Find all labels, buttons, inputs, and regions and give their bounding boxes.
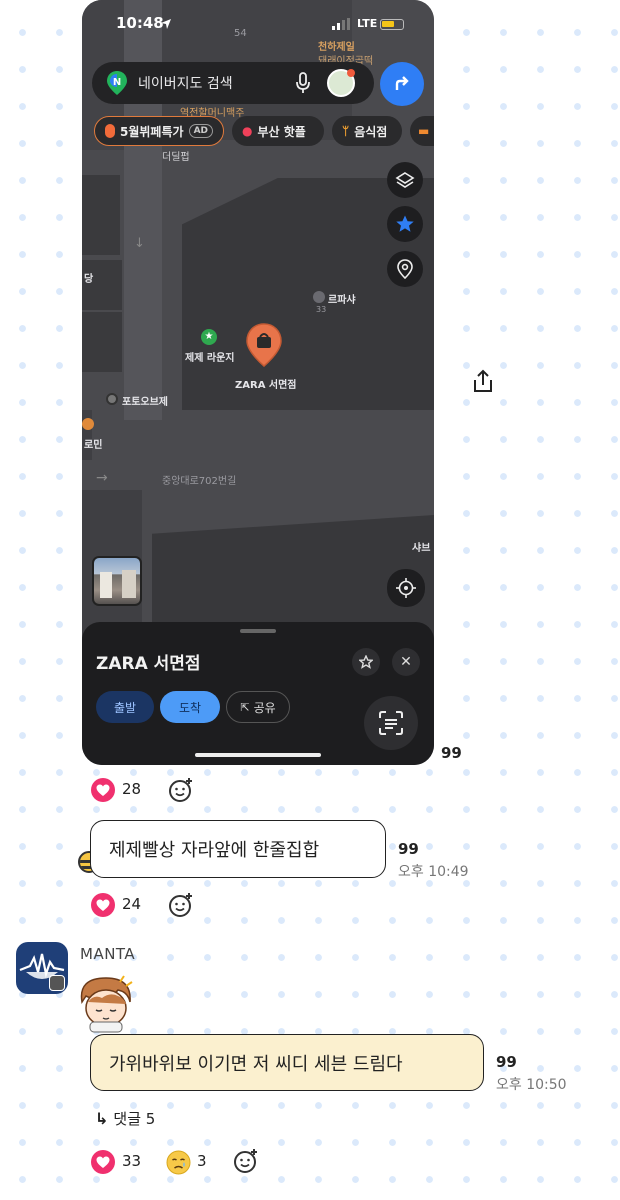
message-1-heart-icon[interactable]: [91, 778, 115, 802]
place-name: ZARA 서면점: [96, 654, 201, 674]
message-3-heart-icon[interactable]: [91, 1150, 115, 1174]
battery-icon: [380, 19, 404, 30]
current-location-button[interactable]: [387, 569, 425, 607]
message-3-text: 가위바위보 이기면 저 씨디 세븐 드림다: [109, 1053, 403, 1075]
location-arrow-icon: [161, 19, 171, 29]
arrive-button[interactable]: 도착: [160, 691, 220, 723]
svg-text:N: N: [113, 77, 121, 88]
message-2-heart-icon[interactable]: [91, 893, 115, 917]
chip-ad-buffet[interactable]: 5월뷔페특가 AD: [94, 116, 224, 146]
ad-badge: AD: [188, 124, 213, 138]
message-3-add-reaction-icon[interactable]: [233, 1148, 259, 1174]
reply-thread-link[interactable]: ↳ 댓글 5: [95, 1108, 155, 1129]
map-label-dilpub: 더딜펍: [162, 152, 190, 163]
location-pin-button[interactable]: [387, 251, 423, 287]
signal-icon: [332, 18, 350, 30]
close-icon: ✕: [400, 654, 412, 670]
scan-text-icon: [379, 711, 403, 735]
direction-arrow-down-icon: ↓: [134, 236, 145, 251]
layers-icon: [395, 172, 415, 188]
message-1-heart-count: 28: [122, 780, 142, 798]
reply-arrow-icon: ↳: [95, 1109, 109, 1128]
favorites-button[interactable]: [387, 206, 423, 242]
message-1-read-count: 99: [441, 744, 462, 762]
search-placeholder[interactable]: 네이버지도 검색: [138, 73, 233, 93]
map-label-romin: 로민: [84, 440, 103, 451]
star-icon: [396, 215, 414, 232]
share-icon[interactable]: [472, 368, 494, 394]
map-screenshot[interactable]: 천하제일 돼래이정곱떡 54 역전할머니맥주 더딜펍 당 르파샤 33 제제 라…: [82, 0, 434, 765]
map-search-bar[interactable]: N 네이버지도 검색: [92, 62, 374, 104]
microphone-icon[interactable]: [295, 72, 311, 94]
message-2-read-count: 99: [398, 840, 419, 858]
direction-arrow-icon: →: [96, 470, 108, 486]
network-type: LTE: [357, 17, 378, 30]
map-label-top-poi: 천하제일: [318, 42, 355, 53]
message-2-heart-count: 24: [122, 895, 142, 913]
buffet-icon: [105, 124, 115, 138]
naver-map-logo-icon: N: [107, 71, 127, 95]
share-label: 공유: [253, 700, 276, 715]
arrive-label: 도착: [178, 700, 202, 715]
hotplace-pin-icon: ●: [242, 124, 253, 138]
chip-busan-hotplace[interactable]: ● 부산 핫플: [232, 116, 324, 146]
message-3-sad-face-icon[interactable]: [166, 1150, 191, 1175]
star-outline-icon: [359, 655, 373, 669]
map-pin-icon: [397, 259, 413, 279]
cafe-icon: ▬: [418, 124, 430, 138]
manta-avatar[interactable]: [16, 942, 68, 994]
message-2-text: 제제빨상 자라앞에 한줄집합: [109, 840, 320, 861]
jeje-lounge-star-icon[interactable]: ★: [201, 329, 217, 345]
message-2-time: 오후 10:49: [398, 864, 469, 880]
message-3-heart-count: 33: [122, 1152, 142, 1170]
depart-label: 출발: [113, 700, 137, 715]
lepasha-store-icon: [313, 291, 325, 303]
directions-button[interactable]: [380, 62, 424, 106]
message-3-time: 오후 10:50: [496, 1077, 567, 1093]
crosshair-icon: [396, 578, 416, 598]
share-button[interactable]: ⇱ 공유: [226, 691, 290, 723]
depart-button[interactable]: 출발: [96, 691, 154, 723]
map-label-road: 중앙대로702번길: [162, 476, 237, 487]
place-bottom-sheet[interactable]: ZARA 서면점 ✕ 출발 도착 ⇱ 공유: [82, 622, 434, 765]
street-view-thumbnail[interactable]: [92, 556, 142, 606]
route-arrow-icon: [395, 76, 409, 90]
sheet-drag-handle[interactable]: [240, 629, 276, 633]
chip-buffet-label: 5월뷔페특가: [120, 124, 184, 139]
message-1-add-reaction-icon[interactable]: [168, 777, 194, 803]
reply-count-label: 댓글 5: [113, 1110, 156, 1128]
chip-cafe[interactable]: ▬: [410, 116, 434, 146]
user-avatar[interactable]: [326, 69, 355, 97]
text-scan-button[interactable]: [364, 696, 418, 750]
message-3-sad-count: 3: [197, 1152, 207, 1170]
map-label-jeje-lounge: 제제 라운지: [185, 353, 235, 364]
message-2-add-reaction-icon[interactable]: [168, 892, 194, 918]
message-3-author: MANTA: [80, 945, 136, 963]
save-place-button[interactable]: [352, 648, 380, 676]
zara-location-pin-icon[interactable]: [245, 322, 283, 368]
home-indicator: [195, 753, 321, 757]
map-label-zara-pin: ZARA 서면점: [235, 380, 297, 391]
map-label-lepasha: 르파샤: [328, 295, 356, 306]
fork-knife-icon: ᛘ: [342, 124, 350, 138]
message-2-bubble[interactable]: 제제빨상 자라앞에 한줄집합: [90, 820, 386, 878]
map-label-photo-obje: 포토오브제: [122, 397, 168, 408]
character-emoji-sticker: [80, 975, 133, 1033]
map-label-33: 33: [316, 305, 327, 314]
message-3-read-count: 99: [496, 1053, 517, 1071]
layers-button[interactable]: [387, 162, 423, 198]
map-label-dang: 당: [84, 274, 94, 285]
map-label-shab: 샤브: [412, 543, 431, 554]
chip-restaurant-label: 음식점: [354, 124, 388, 139]
photo-obje-icon: [106, 393, 118, 405]
message-3-bubble[interactable]: 가위바위보 이기면 저 씨디 세븐 드림다: [90, 1034, 484, 1091]
chip-busan-label: 부산 핫플: [257, 124, 306, 139]
status-bar: 10:48 LTE: [82, 14, 434, 36]
romin-food-icon: [82, 418, 94, 430]
channel-badge-icon: [49, 975, 65, 991]
close-sheet-button[interactable]: ✕: [392, 648, 420, 676]
status-time: 10:48: [116, 14, 164, 32]
share-out-icon: ⇱: [240, 700, 250, 714]
chip-restaurant[interactable]: ᛘ 음식점: [332, 116, 402, 146]
